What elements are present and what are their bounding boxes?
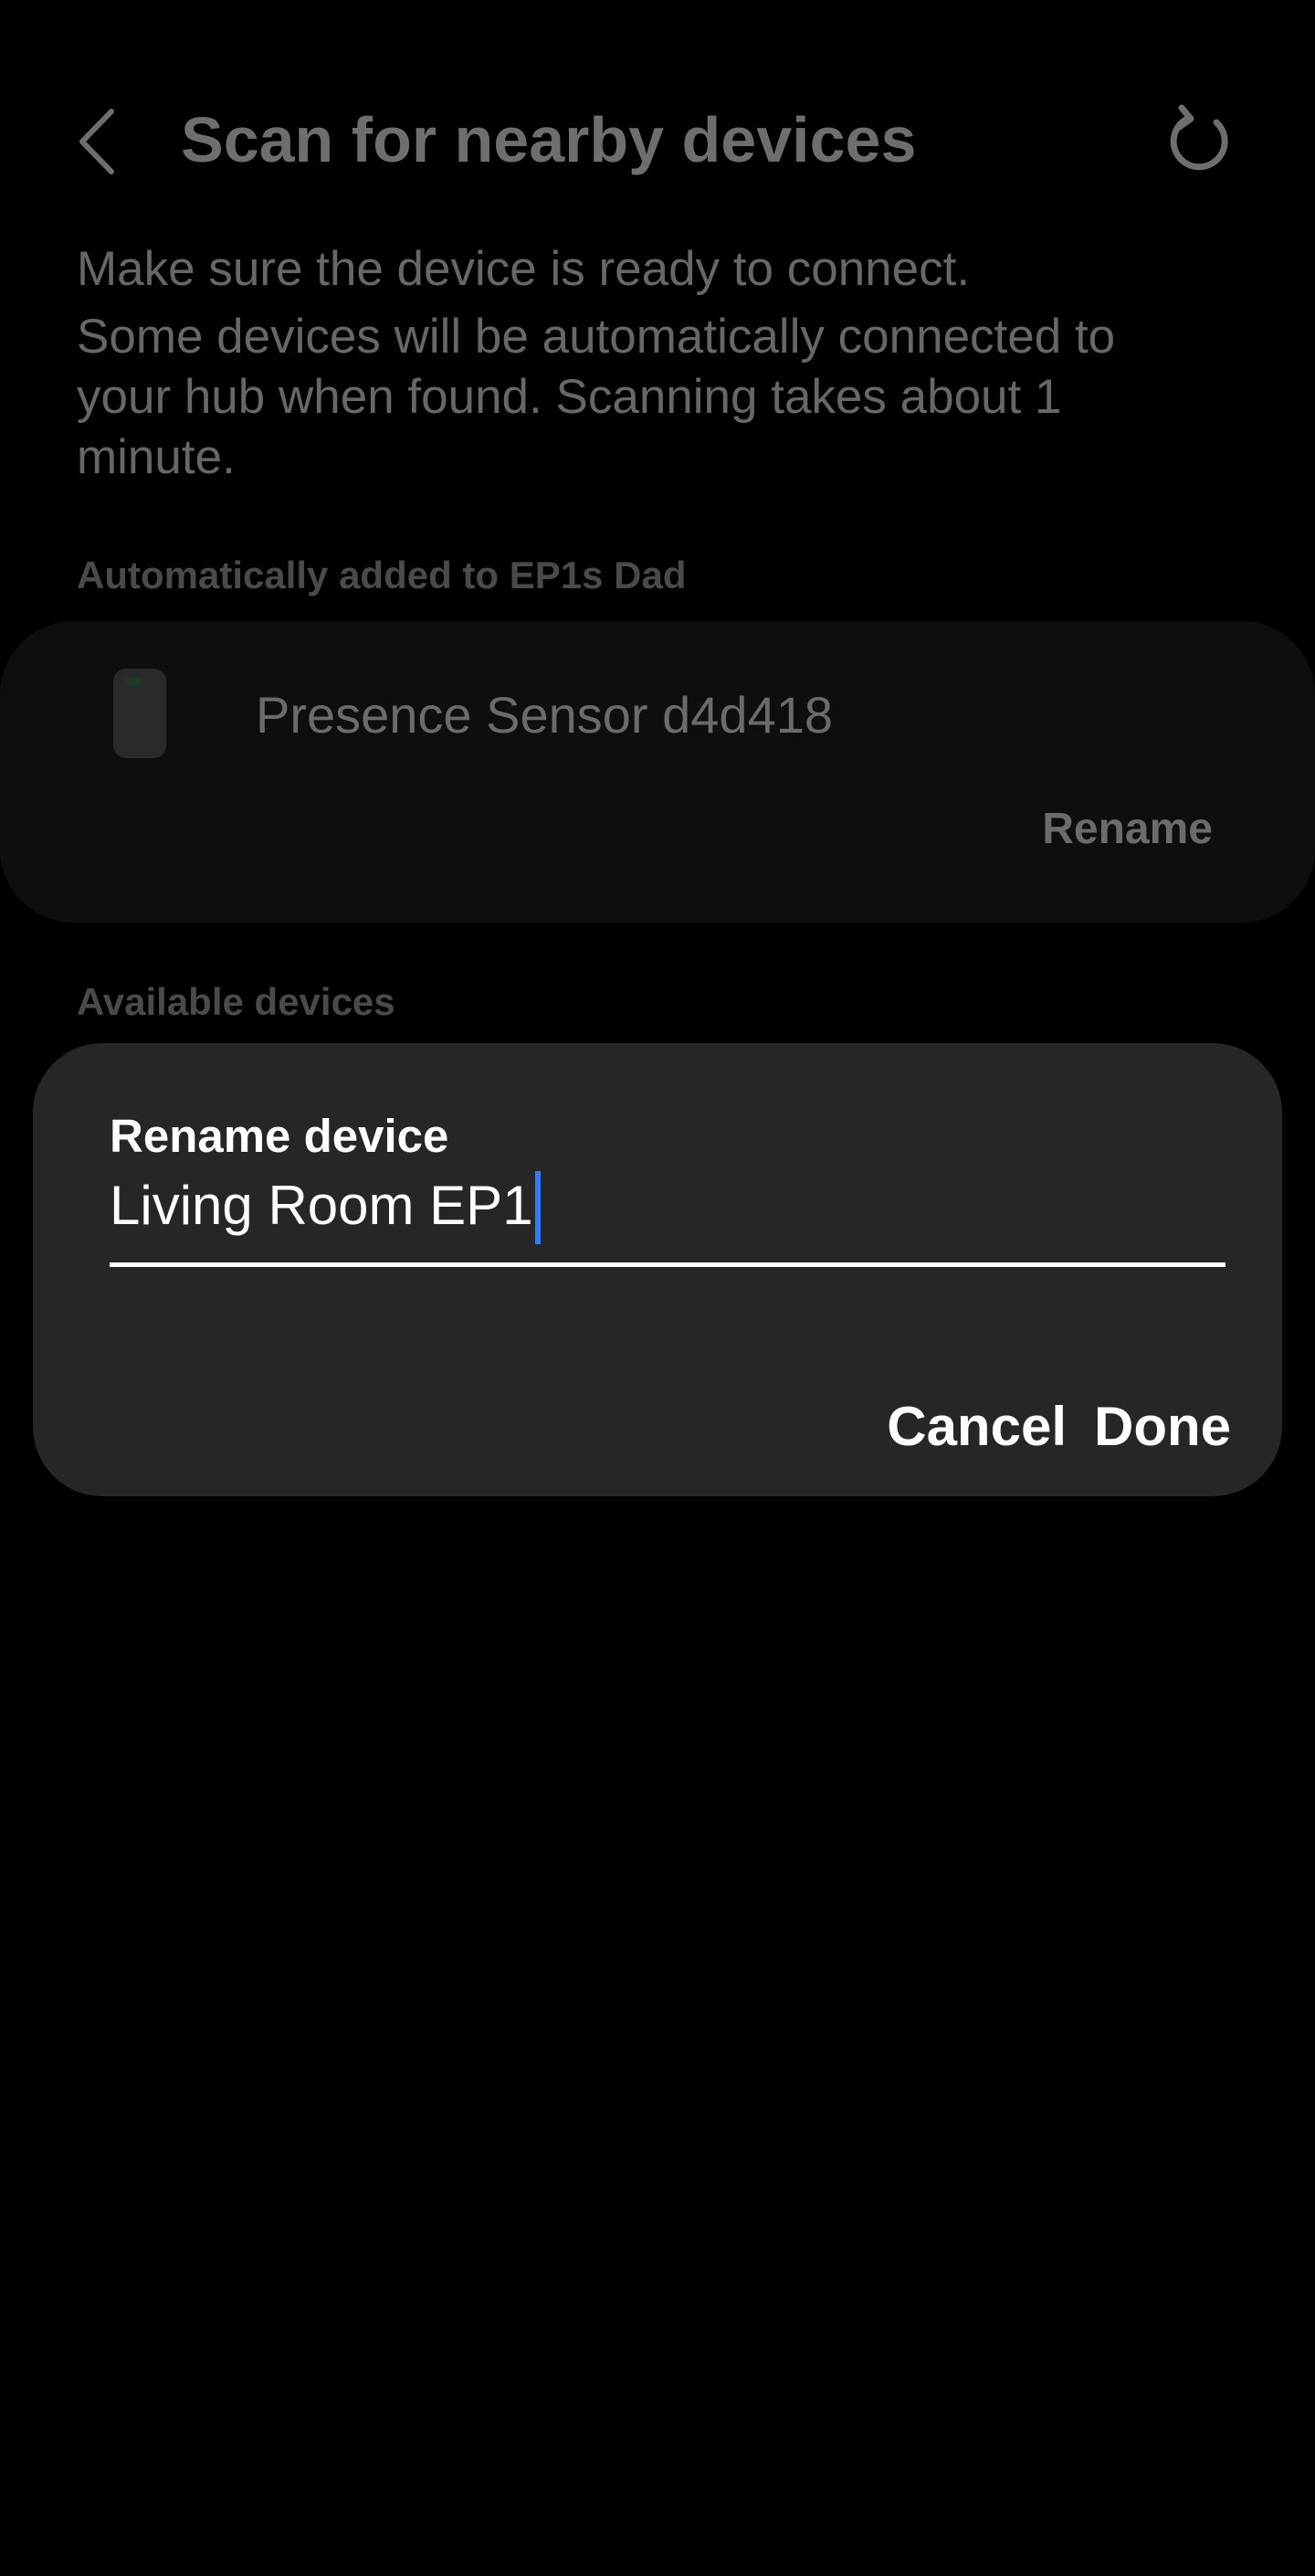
back-button[interactable] [64,100,137,183]
screen: Scan for nearby devices Make sure the de… [0,0,1315,2576]
intro-line-2: Some devices will be automatically conne… [77,310,1116,484]
page-title: Scan for nearby devices [181,104,917,175]
intro-line-1: Make sure the device is ready to connect… [77,242,971,296]
available-devices-section-label: Available devices [77,980,395,1023]
chevron-left-icon [79,109,114,174]
presence-sensor-icon [111,667,168,760]
text-caret [534,1171,541,1244]
header: Scan for nearby devices [0,73,1315,201]
device-name-input[interactable]: Living Room EP1 [110,1171,533,1240]
device-card[interactable]: Presence Sensor d4d418 Rename [0,621,1315,923]
intro-text: Make sure the device is ready to connect… [77,239,1209,488]
rename-dialog: Rename device Living Room EP1 Cancel Don… [33,1043,1282,1496]
cancel-button[interactable]: Cancel [887,1392,1067,1462]
refresh-button[interactable] [1160,100,1242,183]
done-button[interactable]: Done [1094,1392,1231,1462]
field-underline [110,1262,1226,1267]
auto-added-section-label: Automatically added to EP1s Dad [77,554,687,596]
dialog-actions: Cancel Done [887,1392,1231,1462]
device-name: Presence Sensor d4d418 [256,686,833,744]
dialog-title: Rename device [110,1110,449,1162]
device-name-field[interactable]: Living Room EP1 [110,1171,1226,1267]
rename-button[interactable]: Rename [1042,804,1213,854]
refresh-icon [1170,104,1228,171]
